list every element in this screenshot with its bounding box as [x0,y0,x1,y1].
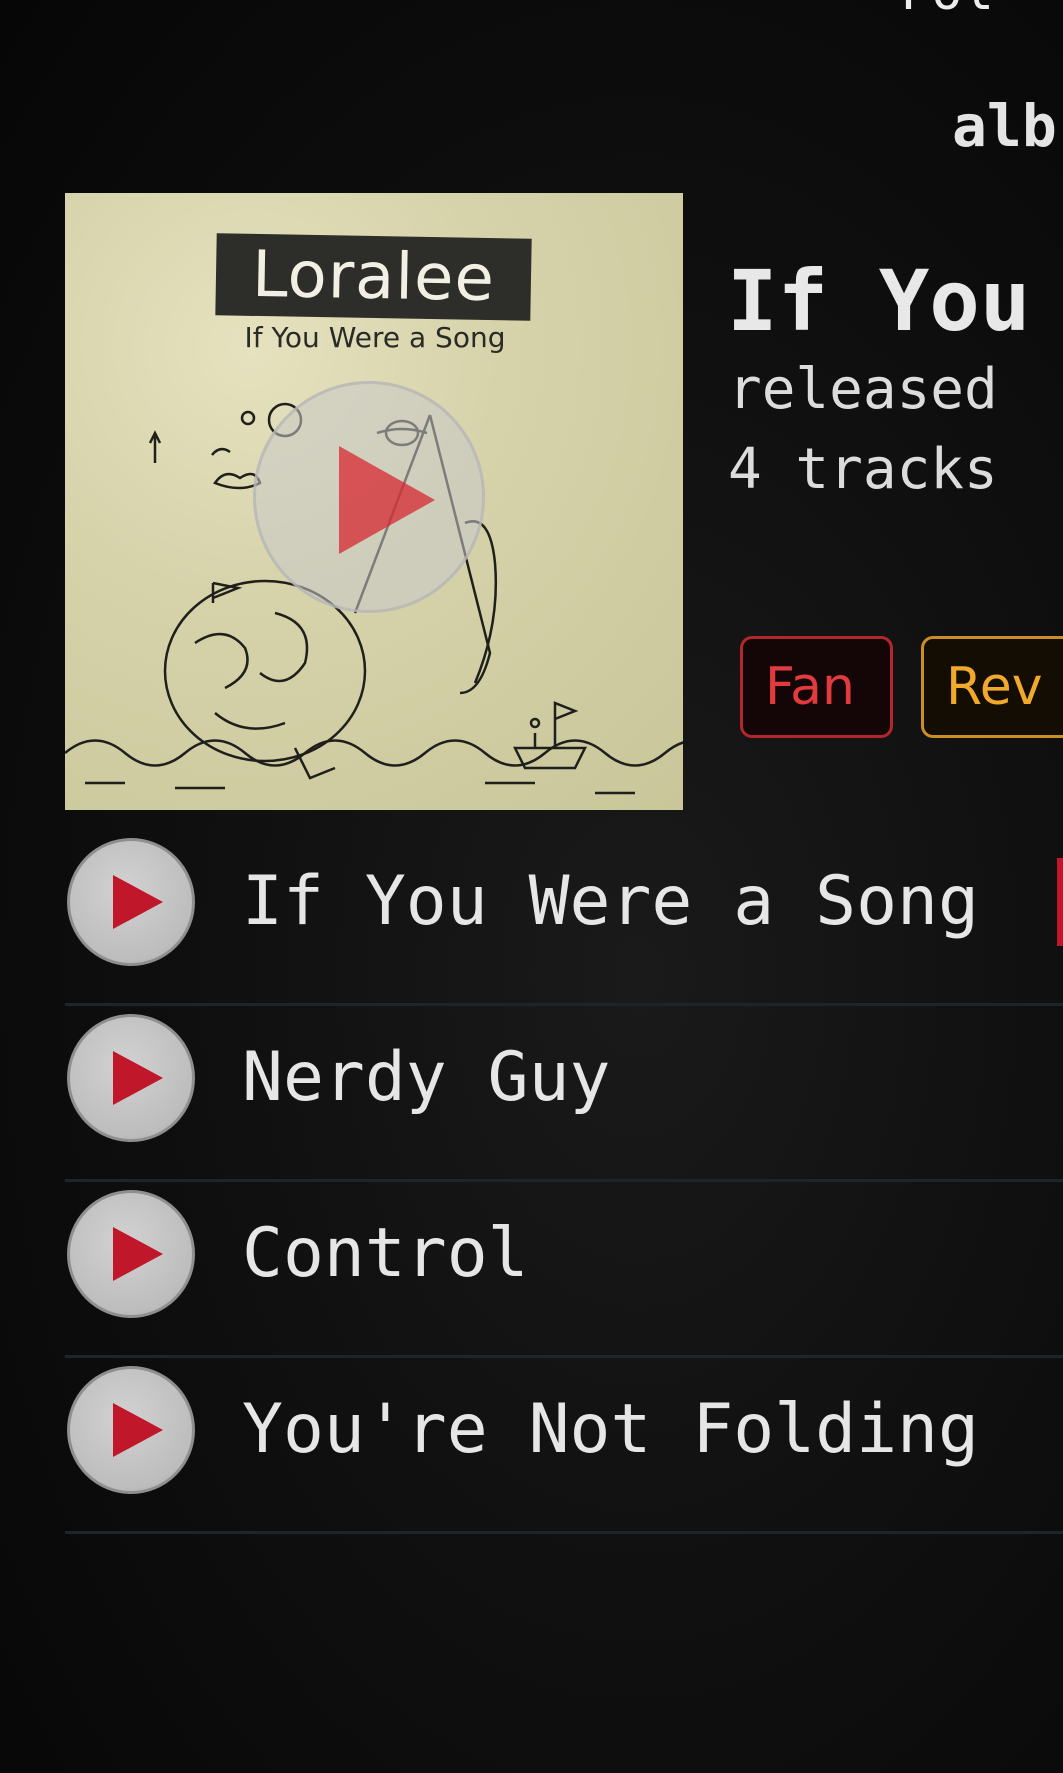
play-icon [113,875,163,929]
track-title: Nerdy Guy [242,1038,611,1117]
fan-button[interactable]: Fan [740,636,893,738]
cover-logo-box: Loralee [215,233,532,321]
track-list: If You Were a Song Nerdy Guy Control You… [65,830,1063,1534]
play-icon [113,1051,163,1105]
play-icon [113,1403,163,1457]
track-title: If You Were a Song [242,862,979,941]
track-play-button[interactable] [67,838,195,966]
play-icon [113,1227,163,1281]
track-count-text: 4 tracks [728,437,998,502]
track-row[interactable]: Control [65,1182,1063,1358]
top-partial-heading: Fol [900,0,994,22]
now-playing-marker [1057,858,1063,946]
track-play-button[interactable] [67,1014,195,1142]
track-title: You're Not Folding [242,1390,979,1469]
section-label: alb [952,92,1057,160]
cover-subtitle: If You Were a Song [244,321,506,354]
album-title: If You [727,252,1031,350]
track-row[interactable]: You're Not Folding [65,1358,1063,1534]
track-row[interactable]: Nerdy Guy [65,1006,1063,1182]
track-play-button[interactable] [67,1366,195,1494]
track-title: Control [242,1214,529,1293]
play-icon [339,446,435,554]
review-button[interactable]: Rev [921,636,1063,738]
cover-artist-logo: Loralee [251,237,496,317]
track-play-button[interactable] [67,1190,195,1318]
track-row[interactable]: If You Were a Song [65,830,1063,1006]
album-cover[interactable]: Loralee If You Were a Song [65,193,683,810]
cover-play-button[interactable] [253,381,485,613]
release-date-text: released [728,357,998,422]
